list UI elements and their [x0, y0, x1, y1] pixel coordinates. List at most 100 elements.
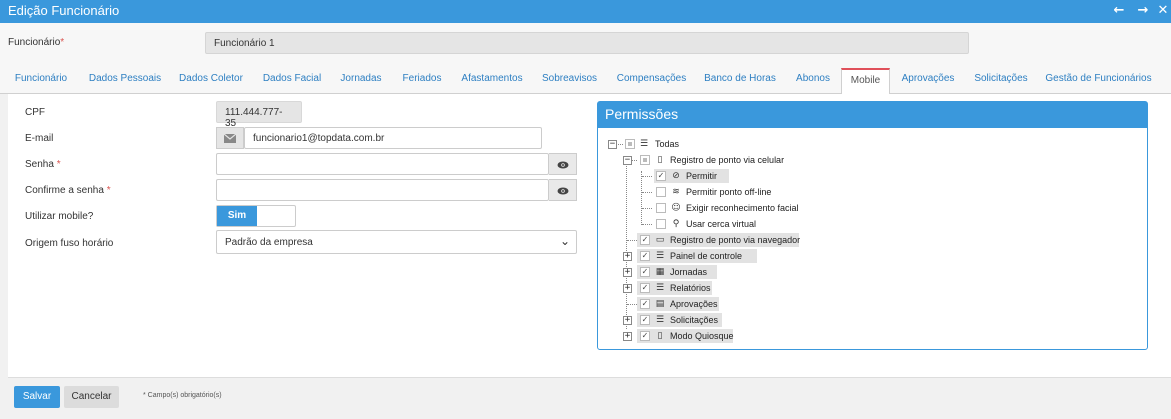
expand-icon[interactable]: +	[623, 332, 632, 341]
list-icon: ☰	[655, 251, 665, 261]
map-marker-icon: ⚲	[672, 219, 680, 229]
tree-label: Painel de controle	[670, 251, 743, 261]
email-label: E-mail	[25, 133, 54, 144]
tree-node-relatorios: + ✓ ☰ Relatórios	[621, 281, 751, 295]
smile-icon: ☺	[671, 203, 681, 213]
tab-mobile[interactable]: Mobile	[841, 68, 890, 95]
tree-node-permitir: ✓ ⊘ Permitir	[654, 169, 729, 183]
tree-label: Usar cerca virtual	[686, 219, 757, 229]
tab-bar: Funcionário Dados Pessoais Dados Coletor…	[0, 63, 1171, 95]
funcionario-label: Funcionário*	[8, 37, 65, 48]
arrow-right-icon[interactable]: →	[1136, 4, 1150, 18]
mobile-icon: ▯	[657, 155, 663, 165]
email-input[interactable]: funcionario1@topdata.com.br	[244, 127, 542, 149]
tree-label: Permitir	[686, 171, 717, 181]
calendar-icon: ▦	[655, 267, 665, 277]
celular-checkbox[interactable]	[640, 155, 650, 165]
tree-node-navegador: ✓ ▭ Registro de ponto via navegador	[637, 233, 801, 247]
senha-label: Senha *	[25, 159, 61, 170]
chevron-down-icon: ⌄	[559, 234, 570, 248]
expand-icon[interactable]: +	[623, 252, 632, 261]
tab-banco-de-horas[interactable]: Banco de Horas	[702, 68, 778, 94]
confirme-senha-input[interactable]	[216, 179, 549, 201]
expand-icon[interactable]: +	[623, 316, 632, 325]
todas-checkbox[interactable]	[625, 139, 635, 149]
tablet-icon: ▯	[657, 331, 663, 341]
cpf-field: 111.444.777-35	[216, 101, 302, 129]
tab-jornadas[interactable]: Jornadas	[337, 68, 385, 94]
window-titlebar: Edição Funcionário ← → ✕	[0, 0, 1171, 23]
list-icon: ☰	[655, 283, 665, 293]
permitir-checkbox[interactable]: ✓	[656, 171, 666, 181]
tree-label: Aprovações	[670, 299, 718, 309]
tree-label: Solicitações	[670, 315, 719, 325]
tab-compensacoes[interactable]: Compensações	[613, 68, 690, 94]
tab-funcionario[interactable]: Funcionário	[8, 68, 74, 94]
utilizar-mobile-toggle[interactable]: Sim	[216, 205, 296, 227]
save-button[interactable]: Salvar	[14, 386, 60, 408]
form-footer: Salvar Cancelar * Campo(s) obrigatório(s…	[8, 377, 1171, 413]
tree-node-celular: − ▯ Registro de ponto via celular	[621, 153, 791, 167]
tree-node-solicitacoes: + ✓ ☰ Solicitações	[621, 313, 751, 327]
cpf-label: CPF	[25, 107, 45, 118]
origem-fuso-select[interactable]: Padrão da empresa ⌄	[216, 230, 577, 254]
tree-label: Relatórios	[670, 283, 711, 293]
facial-checkbox[interactable]	[656, 203, 666, 213]
tab-afastamentos[interactable]: Afastamentos	[459, 68, 525, 94]
navegador-checkbox[interactable]: ✓	[640, 235, 650, 245]
painel-checkbox[interactable]: ✓	[640, 251, 650, 261]
quiosque-checkbox[interactable]: ✓	[640, 331, 650, 341]
file-icon: ▤	[655, 299, 665, 309]
confirme-senha-label: Confirme a senha *	[25, 185, 111, 196]
collapse-icon[interactable]: −	[623, 156, 632, 165]
window-title: Edição Funcionário	[8, 3, 120, 18]
origem-fuso-value: Padrão da empresa	[225, 237, 313, 248]
tab-feriados[interactable]: Feriados	[398, 68, 446, 94]
wifi-icon: ≋	[672, 187, 680, 197]
senha-input[interactable]	[216, 153, 549, 175]
tree-label: Permitir ponto off-line	[686, 187, 772, 197]
tab-sobreavisos[interactable]: Sobreavisos	[538, 68, 601, 94]
tree-node-quiosque: + ✓ ▯ Modo Quiosque	[621, 329, 751, 343]
eye-icon[interactable]	[549, 153, 577, 175]
close-icon[interactable]: ✕	[1156, 4, 1170, 18]
cancel-button[interactable]: Cancelar	[64, 386, 119, 408]
solicitacoes-checkbox[interactable]: ✓	[640, 315, 650, 325]
relatorios-checkbox[interactable]: ✓	[640, 283, 650, 293]
tree-label: Registro de ponto via celular	[670, 155, 785, 165]
tree-label: Jornadas	[670, 267, 708, 277]
tab-dados-coletor[interactable]: Dados Coletor	[176, 68, 246, 94]
utilizar-mobile-label: Utilizar mobile?	[25, 211, 94, 222]
list-icon: ☰	[639, 139, 649, 149]
tab-dados-facial[interactable]: Dados Facial	[259, 68, 325, 94]
jornadas-checkbox[interactable]: ✓	[640, 267, 650, 277]
tree-node-facial: ☺ Exigir reconhecimento facial	[654, 201, 824, 215]
expand-icon[interactable]: +	[623, 284, 632, 293]
tree-label: Registro de ponto via navegador	[670, 235, 801, 245]
collapse-icon[interactable]: −	[608, 140, 617, 149]
tree-node-cerca: ⚲ Usar cerca virtual	[654, 217, 764, 231]
tab-aprovacoes[interactable]: Aprovações	[897, 68, 959, 94]
expand-icon[interactable]: +	[623, 268, 632, 277]
envelope-icon	[216, 127, 244, 149]
cerca-checkbox[interactable]	[656, 219, 666, 229]
tree-node-todas: − ☰ Todas	[606, 137, 726, 151]
tab-abonos[interactable]: Abonos	[791, 68, 835, 94]
tab-solicitacoes[interactable]: Solicitações	[971, 68, 1031, 94]
toggle-on-label: Sim	[217, 206, 257, 226]
tree-node-jornadas: + ✓ ▦ Jornadas	[621, 265, 751, 279]
funcionario-field: Funcionário 1	[205, 32, 969, 54]
tree-node-aprovacoes: ✓ ▤ Aprovações	[637, 297, 719, 311]
origem-fuso-label: Origem fuso horário	[25, 238, 114, 249]
required-fields-note: * Campo(s) obrigatório(s)	[143, 392, 222, 399]
aprovacoes-checkbox[interactable]: ✓	[640, 299, 650, 309]
tab-gestao-de-funcionarios[interactable]: Gestão de Funcionários	[1043, 68, 1154, 94]
monitor-icon: ▭	[655, 235, 665, 245]
tab-dados-pessoais[interactable]: Dados Pessoais	[86, 68, 164, 94]
tree-label: Todas	[655, 139, 680, 149]
tree-label: Modo Quiosque	[670, 331, 734, 341]
permissions-panel: Permissões − ☰ Todas − ▯ Registro de pon…	[597, 101, 1148, 350]
eye-icon[interactable]	[549, 179, 577, 201]
arrow-left-icon[interactable]: ←	[1112, 4, 1126, 18]
offline-checkbox[interactable]	[656, 187, 666, 197]
